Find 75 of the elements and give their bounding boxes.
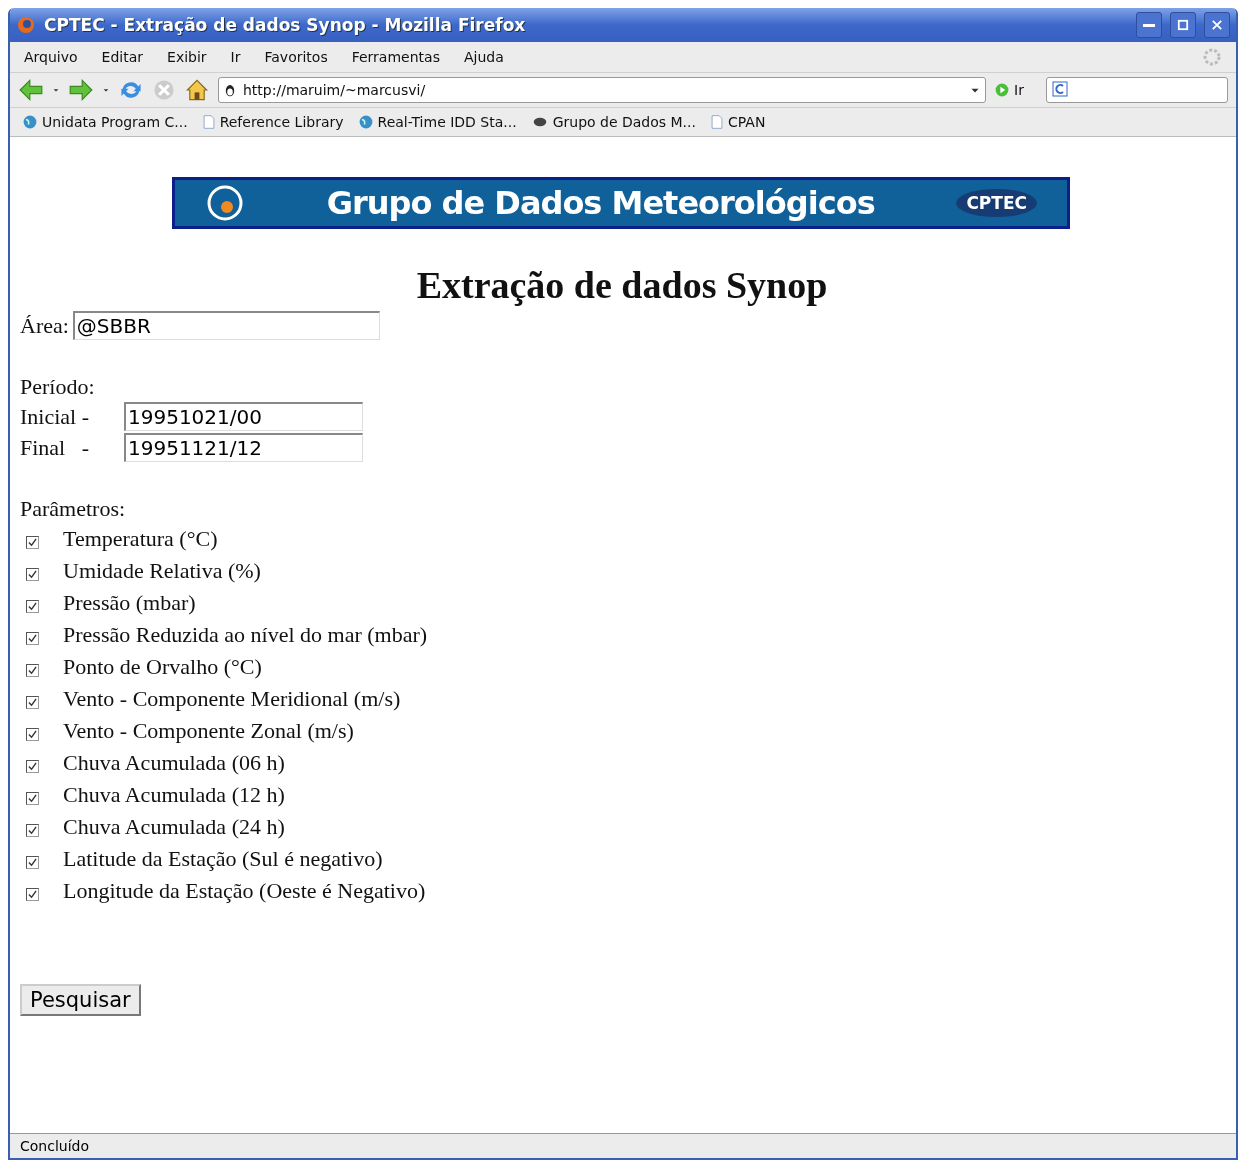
- bookmark-link[interactable]: Grupo de Dados M...: [530, 114, 696, 130]
- checkbox[interactable]: [26, 823, 39, 837]
- dropdown-icon: [52, 86, 60, 94]
- search-engine-icon: [1051, 80, 1071, 100]
- checkbox[interactable]: [26, 727, 39, 741]
- checkbox-label: Chuva Acumulada (06 h): [63, 750, 285, 776]
- globe-icon: [22, 114, 38, 130]
- maximize-button[interactable]: [1170, 12, 1196, 38]
- forward-arrow-icon: [68, 78, 94, 102]
- close-button[interactable]: [1204, 12, 1230, 38]
- bookmark-link[interactable]: Reference Library: [201, 114, 344, 130]
- address-field[interactable]: http://maruim/~marcusvi/: [218, 77, 987, 103]
- search-field[interactable]: [1046, 77, 1228, 103]
- date-field[interactable]: 19951021/00: [124, 402, 363, 431]
- checkbox-label: Chuva Acumulada (12 h): [63, 782, 285, 808]
- page-heading: Extração de dados Synop: [415, 263, 829, 307]
- menu-item[interactable]: Exibir: [167, 49, 207, 65]
- menu-item[interactable]: Ajuda: [463, 49, 504, 65]
- menu-item[interactable]: Arquivo: [24, 49, 78, 65]
- window-title: CPTEC - Extração de dados Synop - Mozilla Firefox: [44, 15, 527, 35]
- menu-item[interactable]: Ferramentas: [351, 49, 440, 65]
- page-icon: [201, 114, 216, 130]
- checkbox-label: Pressão Reduzida ao nível do mar (mbar): [63, 622, 428, 648]
- throbber-icon: [1202, 47, 1222, 67]
- browser-icon: [16, 15, 36, 35]
- section-label: Período:: [20, 374, 96, 400]
- back-arrow-icon: [18, 78, 44, 102]
- checkbox[interactable]: [26, 599, 39, 613]
- maximize-icon: [1177, 19, 1189, 31]
- checkbox-label: Longitude da Estação (Oeste é Negativo): [63, 878, 426, 904]
- checkbox-label: Chuva Acumulada (24 h): [63, 814, 285, 840]
- menu-item[interactable]: Editar: [101, 49, 144, 65]
- menu-item[interactable]: Ir: [230, 49, 241, 65]
- checkbox-label: Latitude da Estação (Sul é negativo): [63, 846, 383, 872]
- checkbox-label: Umidade Relativa (%): [63, 558, 261, 584]
- checkbox[interactable]: [26, 855, 39, 869]
- checkbox[interactable]: [26, 535, 39, 549]
- logo-text: CPTEC: [956, 189, 1037, 217]
- minimize-icon: [1143, 23, 1155, 27]
- stop-icon: [152, 78, 176, 102]
- status-bar: Concluído: [10, 1133, 1236, 1158]
- checkbox-label: Pressão (mbar): [63, 590, 196, 616]
- home-icon: [184, 78, 210, 102]
- checkbox[interactable]: [26, 631, 39, 645]
- page-icon: [710, 114, 724, 130]
- play-icon: [994, 82, 1011, 98]
- checkbox[interactable]: [26, 663, 39, 677]
- bookmark-link[interactable]: Unidata Program C...: [22, 114, 188, 130]
- banner-title: Grupo de Dados Meteorológicos: [325, 184, 876, 222]
- go-button[interactable]: Ir: [994, 82, 1024, 98]
- dropdown-icon: [102, 86, 110, 94]
- field-label: Final -: [20, 434, 91, 461]
- minimize-button[interactable]: [1136, 12, 1162, 38]
- checkbox-label: Vento - Componente Meridional (m/s): [63, 686, 401, 712]
- checkbox-label: Temperatura (°C): [63, 526, 218, 552]
- checkbox[interactable]: [26, 695, 39, 709]
- close-icon: [1211, 19, 1223, 31]
- checkbox[interactable]: [26, 567, 39, 581]
- checkbox-label: Ponto de Orvalho (°C): [63, 654, 262, 680]
- checkbox[interactable]: [26, 759, 39, 773]
- search-button[interactable]: Pesquisar: [20, 984, 141, 1016]
- menu-item[interactable]: Favoritos: [264, 49, 328, 65]
- globe-icon: [357, 114, 374, 130]
- logo-icon: [205, 183, 245, 223]
- url-text: http://maruim/~marcusvi/: [243, 82, 427, 98]
- bookmark-link[interactable]: Real-Time IDD Sta...: [357, 114, 517, 130]
- field-label: Área:: [20, 312, 69, 339]
- date-field[interactable]: 19951121/12: [124, 433, 363, 462]
- area-field[interactable]: @SBBR: [72, 311, 380, 340]
- checkbox[interactable]: [26, 887, 39, 901]
- section-label: Parâmetros:: [20, 496, 127, 522]
- bookmark-link[interactable]: CPAN: [710, 114, 766, 130]
- checkbox-label: Vento - Componente Zonal (m/s): [63, 718, 354, 744]
- checkbox[interactable]: [26, 791, 39, 805]
- field-label: Inicial -: [20, 403, 91, 430]
